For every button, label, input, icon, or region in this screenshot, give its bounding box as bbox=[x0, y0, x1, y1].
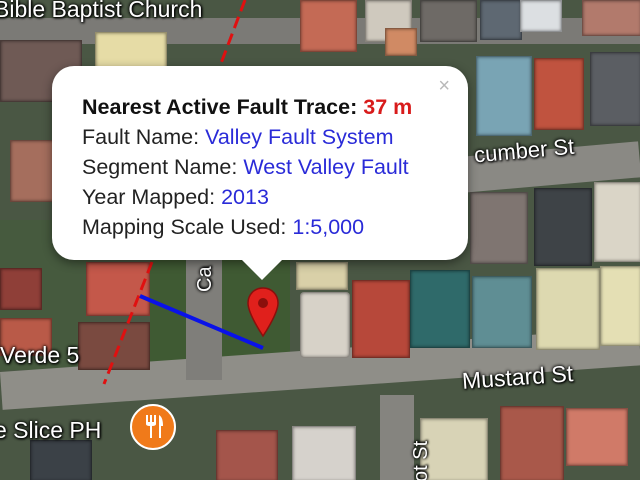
place-label-church[interactable]: Bible Baptist Church bbox=[0, 0, 202, 23]
popup-row-year-mapped: Year Mapped: 2013 bbox=[82, 182, 468, 212]
popup-title: Nearest Active Fault Trace: 37 m bbox=[82, 92, 468, 122]
restaurant-poi[interactable] bbox=[130, 404, 176, 450]
fork-knife-icon bbox=[146, 415, 163, 438]
fault-name-label: Fault Name: bbox=[82, 125, 200, 149]
popup-row-fault-name: Fault Name: Valley Fault System bbox=[82, 122, 468, 152]
year-mapped-label: Year Mapped: bbox=[82, 185, 216, 209]
popup-row-mapping-scale: Mapping Scale Used: 1:5,000 bbox=[82, 212, 468, 242]
segment-name-value: West Valley Fault bbox=[243, 155, 409, 179]
mapping-scale-label: Mapping Scale Used: bbox=[82, 215, 287, 239]
street-label-ca: Ca bbox=[194, 266, 216, 292]
year-mapped-value: 2013 bbox=[221, 185, 269, 209]
street-label-bottom: ot St bbox=[410, 440, 432, 480]
fault-trace-line bbox=[102, 261, 154, 385]
popup-row-segment-name: Segment Name: West Valley Fault bbox=[82, 152, 468, 182]
fault-name-value: Valley Fault System bbox=[205, 125, 394, 149]
fault-info-popup: × Nearest Active Fault Trace: 37 m Fault… bbox=[52, 66, 468, 280]
close-icon[interactable]: × bbox=[438, 76, 450, 96]
popup-title-label: Nearest Active Fault Trace: bbox=[82, 95, 358, 119]
street-label-verde: Verde 5 bbox=[0, 342, 80, 368]
segment-name-label: Segment Name: bbox=[82, 155, 238, 179]
fault-distance-value: 37 m bbox=[363, 95, 413, 119]
fault-trace-line bbox=[218, 0, 247, 67]
location-pin-icon[interactable] bbox=[246, 286, 280, 338]
mapping-scale-value: 1:5,000 bbox=[292, 215, 365, 239]
nearest-distance-line bbox=[139, 294, 264, 350]
place-label-slice[interactable]: e Slice PH bbox=[0, 417, 101, 444]
